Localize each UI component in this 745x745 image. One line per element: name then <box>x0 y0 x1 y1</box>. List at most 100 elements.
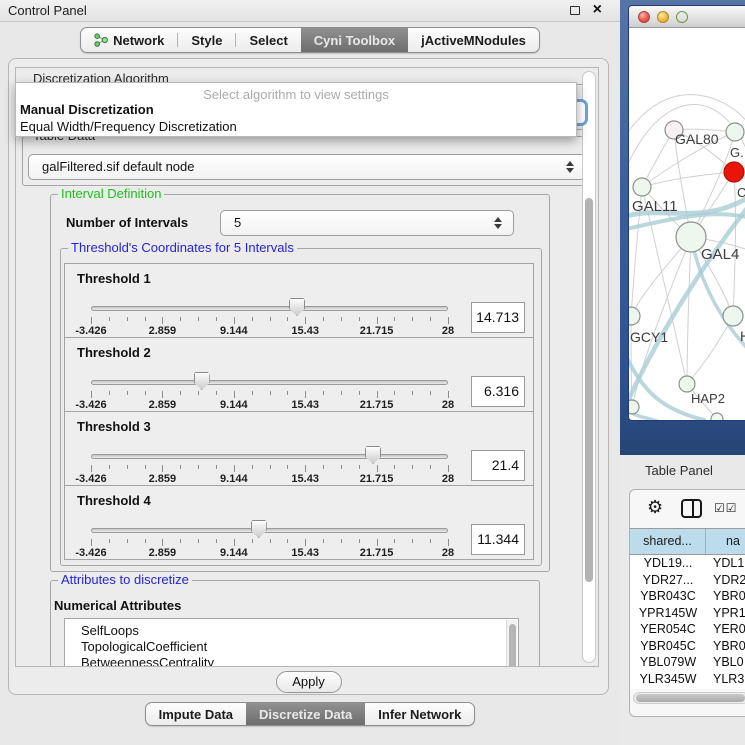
table-row[interactable]: YDR27...YDR2 <box>630 572 745 589</box>
tab-style[interactable]: Style <box>178 28 235 52</box>
tick-mark <box>127 539 128 543</box>
tab-select[interactable]: Select <box>236 28 300 52</box>
close-icon[interactable]: × <box>593 1 602 19</box>
table-cell-shared-name[interactable]: YBR045C <box>630 638 706 655</box>
tick-label: 28 <box>442 473 454 485</box>
scrollbar-thumb[interactable] <box>585 198 593 582</box>
tick-label: 28 <box>442 399 454 411</box>
minimize-traffic-light-icon[interactable] <box>657 11 669 23</box>
table-data-combo-value: galFiltered.sif default node <box>29 155 585 174</box>
table-cell-name[interactable]: YER0 <box>706 621 745 638</box>
select-columns-icon[interactable]: ☑☑ <box>714 501 738 515</box>
table-row[interactable]: YPR145WYPR1 <box>630 605 745 622</box>
threshold-label: Threshold 3 <box>77 419 151 434</box>
table-row[interactable]: YBR043CYBR0 <box>630 588 745 605</box>
table-cell-shared-name[interactable]: YER054C <box>630 621 706 638</box>
tab-infer-network[interactable]: Infer Network <box>365 703 474 725</box>
threshold-value-field[interactable]: 11.344 <box>471 524 525 555</box>
settings-scrollbar[interactable] <box>582 71 596 663</box>
table-row[interactable]: YDL19...YDL1 <box>630 555 745 572</box>
table-cell-shared-name[interactable]: YPR145W <box>630 605 706 622</box>
network-node[interactable] <box>724 162 744 182</box>
dropdown-option-manual[interactable]: Manual Discretization <box>16 101 576 118</box>
tab-jactivemnodules[interactable]: jActiveMNodules <box>408 28 539 52</box>
tick-mark <box>394 539 395 543</box>
scrollbar-thumb[interactable] <box>636 694 745 702</box>
table-cell-name[interactable]: YDR2 <box>706 572 745 589</box>
tab-impute-data[interactable]: Impute Data <box>146 703 246 725</box>
network-node[interactable] <box>726 123 744 141</box>
table-cell-name[interactable]: YIL0 <box>706 687 745 689</box>
number-of-intervals-combo[interactable]: 5 <box>220 210 514 236</box>
table-row[interactable]: YER054CYER0 <box>630 621 745 638</box>
list-item[interactable]: SelfLoops <box>65 623 518 638</box>
close-traffic-light-icon[interactable] <box>638 11 650 23</box>
table-cell-shared-name[interactable]: YBL079W <box>630 654 706 671</box>
table-rows: YDL19...YDL1YDR27...YDR2YBR043CYBR0YPR14… <box>630 555 745 689</box>
threshold-value-field[interactable]: 14.713 <box>471 302 525 333</box>
slider-thumb[interactable] <box>194 372 210 390</box>
table-cell-name[interactable]: YLR3 <box>706 671 745 688</box>
tick-label: 21.715 <box>360 547 394 559</box>
slider-thumb[interactable] <box>289 298 305 316</box>
gear-icon[interactable]: ⚙ <box>647 498 663 516</box>
column-header-name[interactable]: na <box>706 529 745 554</box>
table-hscrollbar[interactable] <box>633 692 745 704</box>
tick-mark <box>252 317 253 321</box>
tab-cyni-toolbox[interactable]: Cyni Toolbox <box>301 28 408 52</box>
table-row[interactable]: YIL052CYIL0 <box>630 687 745 689</box>
slider-track[interactable] <box>91 306 448 311</box>
slider-track[interactable] <box>91 528 448 533</box>
table-cell-name[interactable]: YBR0 <box>706 588 745 605</box>
control-panel-titlebar: Control Panel × <box>0 0 620 22</box>
network-node[interactable] <box>629 307 640 325</box>
table-row[interactable]: YBL079WYBL0 <box>630 654 745 671</box>
tick-mark <box>198 317 199 321</box>
threshold-value-field[interactable]: 6.316 <box>471 376 525 407</box>
slider-track[interactable] <box>91 380 448 385</box>
list-scrollbar[interactable] <box>506 620 517 667</box>
table-cell-shared-name[interactable]: YDL19... <box>630 555 706 572</box>
table-cell-name[interactable]: YBL0 <box>706 654 745 671</box>
threshold-value-field[interactable]: 21.4 <box>471 450 525 481</box>
column-header-shared-name[interactable]: shared... <box>630 529 706 554</box>
slider-thumb[interactable] <box>251 520 267 538</box>
tab-discretize-data[interactable]: Discretize Data <box>246 703 365 725</box>
tick-mark <box>91 391 92 398</box>
table-cell-shared-name[interactable]: YDR27... <box>630 572 706 589</box>
network-node[interactable] <box>633 178 651 196</box>
network-view-window[interactable]: GAL80G.CGAL11GAL4GCY1HHAP2 <box>628 5 745 421</box>
column-layout-icon[interactable] <box>681 499 702 518</box>
table-cell-shared-name[interactable]: YLR345W <box>630 671 706 688</box>
table-cell-shared-name[interactable]: YIL052C <box>630 687 706 689</box>
table-data-combo[interactable]: galFiltered.sif default node <box>28 154 586 180</box>
slider-track[interactable] <box>91 454 448 459</box>
list-item[interactable]: BetweennessCentrality <box>65 655 518 667</box>
table-row[interactable]: YLR345WYLR3 <box>630 671 745 688</box>
tab-network[interactable]: Network <box>81 28 177 52</box>
node-label: GAL11 <box>632 198 678 215</box>
network-node[interactable] <box>723 306 743 326</box>
slider-thumb[interactable] <box>365 446 381 464</box>
table-cell-shared-name[interactable]: YBR043C <box>630 588 706 605</box>
tick-mark <box>162 391 163 398</box>
table-cell-name[interactable]: YDL1 <box>706 555 745 572</box>
dropdown-option-equal-width[interactable]: Equal Width/Frequency Discretization <box>16 118 576 135</box>
tick-mark <box>216 391 217 395</box>
float-window-icon[interactable] <box>570 6 580 15</box>
numerical-attributes-list[interactable]: SelfLoops TopologicalCoefficient Between… <box>64 618 519 667</box>
table-cell-name[interactable]: YBR0 <box>706 638 745 655</box>
zoom-traffic-light-icon[interactable] <box>676 11 688 23</box>
network-node[interactable] <box>629 400 639 414</box>
table-cell-name[interactable]: YPR1 <box>706 605 745 622</box>
network-node[interactable] <box>679 376 695 392</box>
network-canvas[interactable]: GAL80G.CGAL11GAL4GCY1HHAP2 <box>629 28 745 421</box>
numerical-attributes-label: Numerical Attributes <box>54 598 181 613</box>
tick-label: -3.426 <box>75 547 106 559</box>
table-row[interactable]: YBR045CYBR0 <box>630 638 745 655</box>
network-node[interactable] <box>711 413 723 421</box>
list-item[interactable]: TopologicalCoefficient <box>65 639 518 654</box>
apply-button[interactable]: Apply <box>276 671 342 693</box>
tick-mark <box>91 465 92 472</box>
discretize-settings-scrollpane: Discretization Algorithm Table Data galF… <box>15 67 599 667</box>
